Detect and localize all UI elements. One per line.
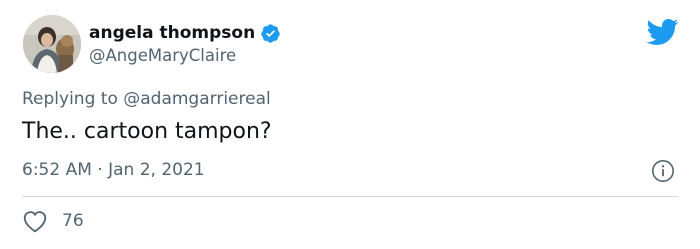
tweet-card: angela thompson @AngeMaryClaire Replying… (0, 0, 700, 249)
twitter-bird-icon[interactable] (645, 18, 679, 46)
like-count: 76 (62, 211, 84, 231)
tweet-text: The.. cartoon tampon? (22, 119, 272, 144)
display-name[interactable]: angela thompson (89, 22, 255, 44)
avatar-image (23, 15, 81, 73)
tweet-timestamp[interactable]: 6:52 AM · Jan 2, 2021 (22, 158, 205, 182)
like-action[interactable]: 76 (22, 208, 84, 234)
info-icon[interactable] (651, 159, 675, 183)
divider (22, 196, 678, 197)
avatar[interactable] (23, 15, 81, 73)
user-handle[interactable]: @AngeMaryClaire (89, 46, 236, 66)
heart-icon[interactable] (22, 209, 48, 233)
replying-to-prefix: Replying to (22, 89, 124, 109)
verified-badge-icon (260, 23, 281, 44)
name-row: angela thompson (89, 22, 281, 44)
replying-to: Replying to @adamgarriereal (22, 88, 271, 110)
reply-mention-link[interactable]: @adamgarriereal (123, 89, 270, 109)
